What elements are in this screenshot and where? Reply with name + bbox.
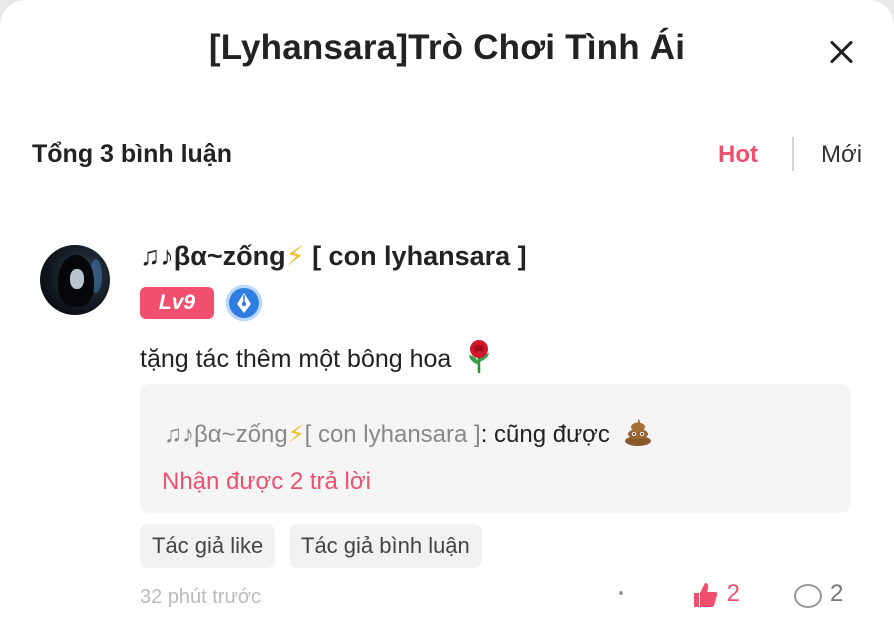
reply-line: ♫♪βα~zống⚡[ con lyhansara ]: cũng được [164,418,653,453]
more-options-icon[interactable] [619,591,623,595]
lightning-icon: ⚡ [285,241,305,271]
comment-count: Tổng 3 bình luận [32,140,232,168]
username-suffix: [ con lyhansara ] [312,241,527,271]
page-title: [Lyhansara]Trò Chơi Tình Ái [208,28,686,67]
comment-sheet: [Lyhansara]Trò Chơi Tình Ái Tổng 3 bình … [0,0,894,640]
comment-bubble-icon [794,584,822,608]
sort-new-tab[interactable]: Mới [821,141,862,169]
reply-preview[interactable]: ♫♪βα~zống⚡[ con lyhansara ]: cũng được N… [140,384,851,513]
like-button[interactable]: 2 [690,580,740,617]
level-badge: Lv9 [140,287,214,319]
sort-hot-tab[interactable]: Hot [718,141,758,169]
author-pen-icon [226,285,262,321]
reply-username-prefix: ♫♪βα~zống [164,420,288,448]
comment-username[interactable]: ♫♪βα~zống⚡ [ con lyhansara ] [140,241,527,272]
comment-body: tặng tác thêm một bông hoa [140,345,452,374]
thumbs-up-icon [690,580,720,617]
reply-button[interactable]: 2 [794,580,843,608]
username-prefix: ♫♪βα~zống [140,241,286,271]
reply-username-suffix: [ con lyhansara ] [304,420,481,448]
sort-divider [792,137,794,171]
view-replies-link[interactable]: Nhận được 2 trả lời [162,468,371,496]
author-like-tag: Tác giả like [140,524,276,568]
close-icon[interactable] [826,36,858,68]
reply-text: : cũng được [480,420,610,448]
comment-text: tặng tác thêm một bông hoa [140,340,494,381]
like-count: 2 [726,580,741,607]
reply-username[interactable]: ♫♪βα~zống⚡[ con lyhansara ] [164,421,481,448]
avatar[interactable] [40,245,110,315]
comment-time: 32 phút trước [140,586,262,608]
author-comment-tag: Tác giả bình luận [289,524,482,568]
reply-count: 2 [830,580,844,607]
lightning-icon: ⚡ [287,420,305,448]
rose-icon [464,340,494,381]
poop-icon [623,418,653,453]
